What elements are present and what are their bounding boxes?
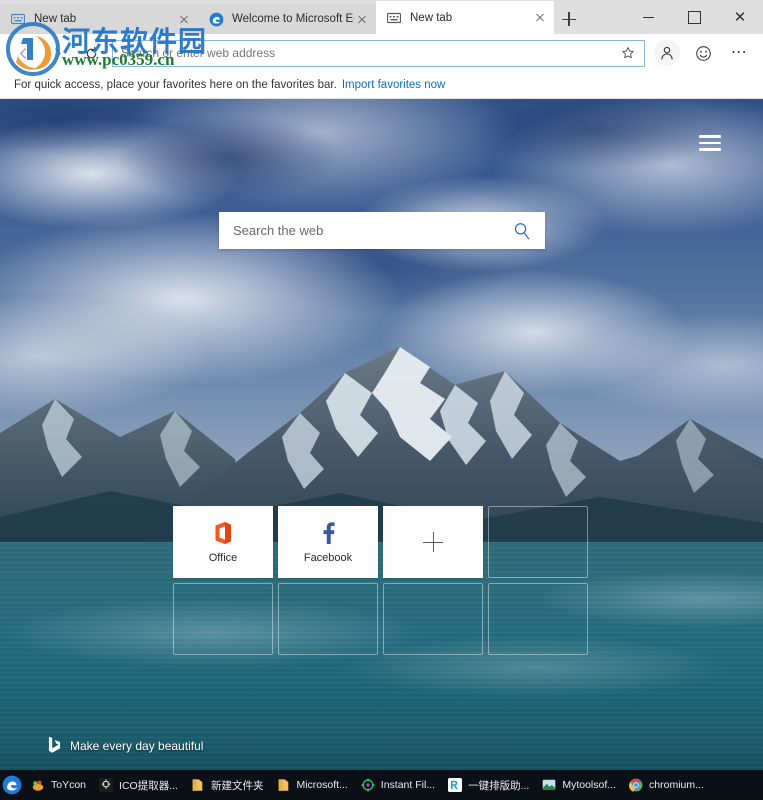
taskbar-item-label: 一键排版助... [468,779,530,792]
taskbar-item-typeset[interactable]: 一键排版助... [441,771,535,799]
address-bar[interactable] [112,39,645,67]
tile-empty[interactable] [488,506,588,578]
tab-welcome-edge[interactable]: Welcome to Microsoft Edge De [198,4,376,34]
taskbar-item-label: chromium... [649,779,704,791]
taskbar-item-chromium[interactable]: chromium... [622,771,710,799]
close-button[interactable]: ✕ [717,1,763,33]
taskbar-item-new-folder[interactable]: 新建文件夹 [184,771,270,799]
bing-attribution-text: Make every day beautiful [70,739,204,753]
folder-icon [190,777,206,793]
import-favorites-link[interactable]: Import favorites now [342,79,446,91]
tile-add-site[interactable] [383,506,483,578]
folder-icon [275,777,291,793]
taskbar-item-label: 新建文件夹 [210,779,264,792]
taskbar-item-label: Mytoolsof... [562,779,617,791]
tab-close-button[interactable] [354,11,370,27]
plus-icon [423,532,443,552]
tab-new-tab-2[interactable]: New tab [376,1,554,34]
chromium-icon [628,777,644,793]
office-icon [212,519,234,547]
taskbar-item-microsoft[interactable]: Microsoft... [269,771,353,799]
newtab-icon [10,11,26,27]
browser-toolbar: ⋯ [0,34,763,72]
taskbar-item-label: Microsoft... [296,779,348,791]
picture-icon [541,777,557,793]
windows-taskbar: ToYcon ICO提取器... 新建文件夹 Microsoft... Inst… [0,770,763,800]
taskbar-item-label: ToYcon [51,779,87,791]
star-icon[interactable] [616,42,640,64]
favorites-bar: For quick access, place your favorites h… [0,72,763,99]
taskbar-item-ico-extractor[interactable]: ICO提取器... [92,771,184,799]
smiley-icon[interactable] [685,38,721,68]
back-arrow-icon[interactable] [6,38,40,68]
instant-file-icon [360,777,376,793]
address-input[interactable] [121,46,616,60]
tab-close-button[interactable] [176,11,192,27]
refresh-icon[interactable] [74,38,108,68]
tile-facebook[interactable]: Facebook [278,506,378,578]
title-bar: New tab Welcome to Microsoft Edge De [0,0,763,34]
forward-arrow-icon[interactable] [40,38,74,68]
tile-empty[interactable] [278,583,378,655]
new-tab-page: Office Facebook [0,99,763,770]
taskbar-edge-icon[interactable] [0,775,24,795]
minimize-button[interactable] [625,1,671,33]
taskbar-item-mytoolsoft[interactable]: Mytoolsof... [535,771,622,799]
typeset-icon [447,777,463,793]
tab-title: New tab [410,11,453,24]
tile-label: Facebook [303,552,353,564]
top-sites-tiles: Office Facebook [173,506,593,655]
taskbar-item-instant-file[interactable]: Instant Fil... [354,771,441,799]
toycon-icon [30,777,46,793]
bing-icon [48,736,61,756]
browser-window: New tab Welcome to Microsoft Edge De [0,0,763,800]
tab-title: Welcome to Microsoft Edge De [232,13,354,25]
ellipsis-icon[interactable]: ⋯ [721,38,757,68]
search-input[interactable] [233,223,505,238]
facebook-icon [317,519,339,547]
taskbar-item-label: Instant Fil... [380,779,436,791]
web-search-box[interactable] [219,212,545,249]
maximize-button[interactable] [671,1,717,33]
tile-office[interactable]: Office [173,506,273,578]
tab-strip: New tab Welcome to Microsoft Edge De [0,0,625,34]
search-icon[interactable] [505,216,539,246]
tile-empty[interactable] [383,583,483,655]
ico-extractor-icon [98,777,114,793]
favorites-bar-message: For quick access, place your favorites h… [14,79,337,91]
taskbar-item-label: ICO提取器... [119,779,178,792]
new-tab-button[interactable] [554,4,584,34]
taskbar-item-toycon[interactable]: ToYcon [24,771,92,799]
tab-title: New tab [34,13,77,25]
window-controls: ✕ [625,0,763,34]
hamburger-menu-icon[interactable] [699,132,725,154]
tile-empty[interactable] [173,583,273,655]
newtab-icon [386,10,402,26]
edge-icon [208,11,224,27]
person-icon[interactable] [649,38,685,68]
tile-empty[interactable] [488,583,588,655]
tile-label: Office [208,552,238,564]
bing-attribution[interactable]: Make every day beautiful [48,736,203,756]
tab-close-button[interactable] [532,10,548,26]
tab-new-tab-1[interactable]: New tab [0,4,198,34]
